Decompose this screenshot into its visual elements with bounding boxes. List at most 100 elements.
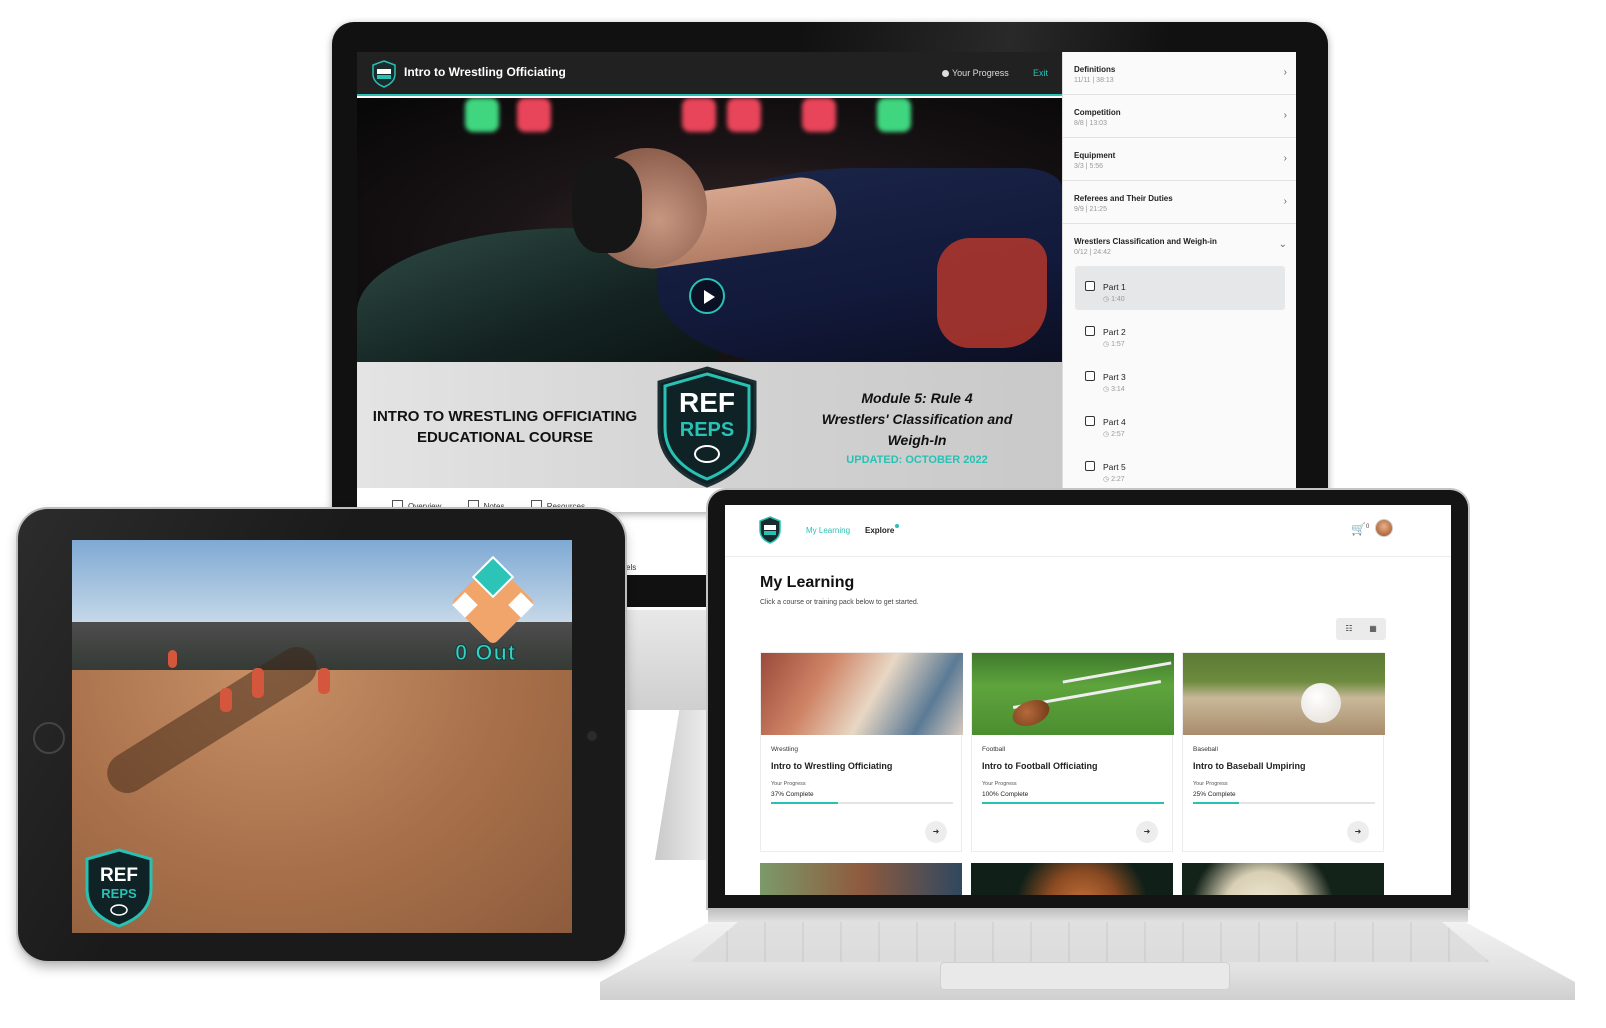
course-title: Intro to Baseball Umpiring [1193, 761, 1306, 771]
video-player[interactable] [357, 98, 1062, 362]
part-name: Part 3 [1103, 372, 1126, 382]
module-meta: 11/11 | 38:13 [1074, 77, 1114, 84]
lesson-part-4[interactable]: Part 4 ◷ 2:57 [1075, 401, 1285, 445]
duration-value: 1:57 [1111, 341, 1125, 348]
arena-light [802, 98, 836, 132]
module-name: Competition [1074, 108, 1121, 117]
grid-view-icon[interactable]: ▦ [1368, 624, 1378, 634]
checkbox[interactable] [1085, 371, 1095, 381]
player [318, 668, 330, 694]
my-learning-page: My Learning Explore 🛒0 My Learning Click… [725, 505, 1451, 895]
play-icon[interactable] [689, 278, 725, 314]
progress-label: Your Progress [1193, 781, 1228, 787]
chevron-right-icon: › [1283, 67, 1287, 78]
view-toggle: ☷ ▦ [1336, 618, 1386, 640]
shield-text-ref: REF [679, 387, 735, 418]
shield-text-reps: REPS [680, 419, 734, 441]
progress-icon [942, 70, 949, 77]
progress-fill [771, 802, 839, 804]
progress-label: Your Progress [982, 781, 1017, 787]
page-subtitle: Click a course or training pack below to… [760, 599, 919, 606]
module-meta: 8/8 | 13:03 [1074, 120, 1107, 127]
module-name: Wrestlers Classification and Weigh-in [1074, 237, 1217, 246]
home-button-icon [33, 722, 65, 754]
singlet-logo [937, 238, 1047, 348]
ref-reps-logo-icon[interactable] [371, 60, 397, 88]
checkbox[interactable] [1085, 461, 1095, 471]
progress-text: 100% Complete [982, 791, 1029, 798]
nav-explore[interactable]: Explore [865, 524, 900, 535]
module-heading: Module 5: Rule 4 Wrestlers' Classificati… [812, 388, 1022, 451]
chevron-down-icon: ⌄ [1278, 239, 1287, 250]
enter-course-button[interactable]: ➜ [925, 821, 947, 843]
course-card-partial[interactable] [971, 863, 1173, 895]
lesson-part-3[interactable]: Part 3 ◷ 3:14 [1075, 356, 1285, 400]
course-title: Intro to Wrestling Officiating [404, 65, 566, 79]
module-name: Referees and Their Duties [1074, 194, 1173, 203]
player [168, 650, 177, 668]
progress-fill [982, 802, 1164, 804]
course-card-partial[interactable] [760, 863, 962, 895]
exit-button[interactable]: Exit [1033, 68, 1048, 78]
module-item-competition[interactable]: Competition 8/8 | 13:03 › [1063, 95, 1296, 138]
module-name: Definitions [1074, 65, 1116, 74]
module-name: Equipment [1074, 151, 1116, 160]
checkbox[interactable] [1085, 281, 1095, 291]
lesson-part-1[interactable]: Part 1 ◷ 1:40 [1075, 266, 1285, 310]
part-duration: ◷ 2:57 [1103, 431, 1125, 438]
course-thumbnail [1183, 653, 1385, 735]
course-card-football[interactable]: Football Intro to Football Officiating Y… [971, 652, 1174, 852]
module-line: Module 5: Rule 4 [861, 390, 973, 406]
list-view-icon[interactable]: ☷ [1344, 624, 1354, 634]
progress-text: 25% Complete [1193, 791, 1236, 798]
duration-value: 2:57 [1111, 431, 1125, 438]
lesson-part-5[interactable]: Part 5 ◷ 2:27 [1075, 446, 1285, 490]
course-thumbnail [972, 653, 1174, 735]
avatar[interactable] [1375, 519, 1393, 537]
module-item-equipment[interactable]: Equipment 3/3 | 5:56 › [1063, 138, 1296, 181]
arena-light [877, 98, 911, 132]
progress-bar [982, 802, 1164, 804]
cart-icon[interactable]: 🛒0 [1351, 522, 1369, 536]
chevron-right-icon: › [1283, 153, 1287, 164]
module-item-classification[interactable]: Wrestlers Classification and Weigh-in 0/… [1063, 224, 1296, 267]
module-item-referees[interactable]: Referees and Their Duties 9/9 | 21:25 › [1063, 181, 1296, 224]
progress-text: 37% Complete [771, 791, 814, 798]
part-name: Part 4 [1103, 417, 1126, 427]
your-progress-link[interactable]: Your Progress [942, 68, 1009, 78]
course-card-wrestling[interactable]: Wrestling Intro to Wrestling Officiating… [760, 652, 963, 852]
course-category: Wrestling [771, 746, 798, 753]
camera-icon [587, 731, 597, 741]
cart-count: 0 [1365, 524, 1370, 530]
ref-reps-shield-logo: REF REPS [657, 366, 757, 488]
lesson-part-2[interactable]: Part 2 ◷ 1:57 [1075, 311, 1285, 355]
course-card-partial[interactable] [1182, 863, 1384, 895]
part-duration: ◷ 1:40 [1103, 296, 1125, 303]
course-thumbnail [761, 653, 963, 735]
top-nav: My Learning Explore 🛒0 [725, 505, 1451, 557]
checkbox[interactable] [1085, 326, 1095, 336]
checkbox[interactable] [1085, 416, 1095, 426]
tablet-video[interactable]: 0 Out REF REPS [72, 540, 572, 933]
banner-line: EDUCATIONAL COURSE [416, 429, 594, 446]
progress-fill [1193, 802, 1239, 804]
duration-value: 1:40 [1111, 296, 1125, 303]
enter-course-button[interactable]: ➜ [1347, 821, 1369, 843]
player [220, 688, 232, 712]
progress-label: Your Progress [771, 781, 806, 787]
chevron-right-icon: › [1283, 110, 1287, 121]
trackpad [940, 962, 1230, 990]
module-item-definitions[interactable]: Definitions 11/11 | 38:13 › [1063, 52, 1296, 95]
course-card-baseball[interactable]: Baseball Intro to Baseball Umpiring Your… [1182, 652, 1385, 852]
page-title: My Learning [760, 574, 855, 591]
progress-bar [1193, 802, 1375, 804]
base-diamond-icon [450, 555, 536, 646]
module-meta: 0/12 | 24:42 [1074, 249, 1111, 256]
duration-value: 2:27 [1111, 476, 1125, 483]
logo-text-ref: REF [100, 865, 138, 886]
nav-my-learning[interactable]: My Learning [806, 526, 850, 535]
module-meta: 3/3 | 5:56 [1074, 163, 1104, 170]
course-title: Intro to Football Officiating [982, 761, 1098, 771]
ref-reps-logo-icon[interactable] [758, 516, 782, 544]
enter-course-button[interactable]: ➜ [1136, 821, 1158, 843]
